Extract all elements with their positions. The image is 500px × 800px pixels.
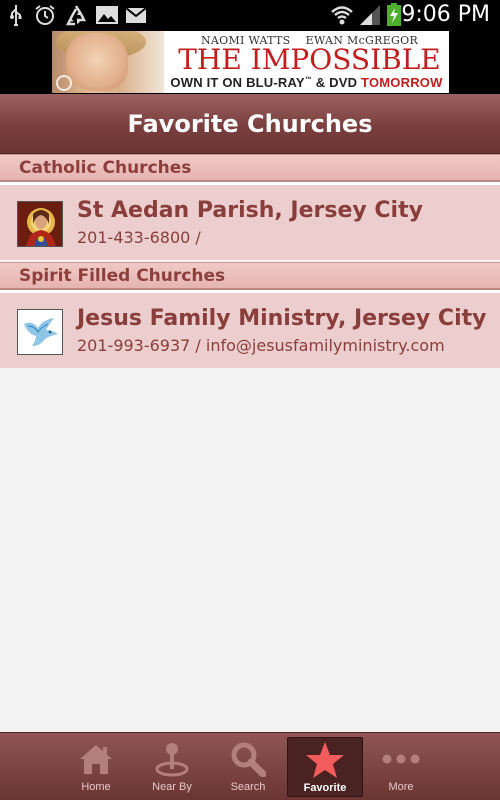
- battery-charging-icon: [386, 3, 402, 26]
- ad-title: THE IMPOSSIBLE: [178, 43, 441, 76]
- alarm-icon: [34, 4, 56, 26]
- status-time: 9:06 PM: [401, 2, 490, 27]
- tab-label: Search: [230, 781, 266, 793]
- title-bar: Favorite Churches: [0, 94, 500, 154]
- home-icon: [58, 741, 134, 777]
- ad-banner[interactable]: NAOMI WATTS EWAN McGREGOR THE IMPOSSIBLE…: [52, 31, 449, 93]
- bottom-tab-bar: Home Near By Search Favorite More: [0, 732, 500, 800]
- list-item[interactable]: St Aedan Parish, Jersey City 201-433-680…: [0, 182, 500, 260]
- church-name: St Aedan Parish, Jersey City: [77, 198, 423, 223]
- search-icon: [210, 741, 286, 777]
- mail-icon: [125, 4, 147, 26]
- play-icon: [56, 75, 72, 91]
- tab-near-by[interactable]: Near By: [134, 737, 210, 797]
- recycle-icon: [64, 4, 88, 26]
- church-thumbnail: [17, 201, 63, 247]
- tab-home[interactable]: Home: [58, 737, 134, 797]
- tab-search[interactable]: Search: [210, 737, 286, 797]
- church-thumbnail: [17, 309, 63, 355]
- star-icon: [288, 742, 362, 778]
- wifi-icon: [330, 4, 354, 26]
- page-title: Favorite Churches: [127, 110, 373, 138]
- tab-label: More: [388, 781, 414, 793]
- section-title: Spirit Filled Churches: [19, 266, 226, 286]
- signal-icon: [358, 4, 382, 26]
- section-header-catholic: Catholic Churches: [0, 154, 500, 182]
- tab-label: Favorite: [303, 782, 347, 794]
- church-contact: 201-993-6937 / info@jesusfamilyministry.…: [77, 336, 445, 355]
- tab-more[interactable]: More: [363, 737, 439, 797]
- ad-photo: [52, 31, 164, 93]
- image-icon: [95, 4, 119, 26]
- list-item[interactable]: Jesus Family Ministry, Jersey City 201-9…: [0, 290, 500, 368]
- status-bar: 9:06 PM: [0, 0, 500, 30]
- usb-icon: [8, 4, 24, 26]
- tab-favorite[interactable]: Favorite: [287, 737, 363, 797]
- section-title: Catholic Churches: [19, 158, 192, 178]
- map-pin-icon: [134, 741, 210, 777]
- ad-banner-container: NAOMI WATTS EWAN McGREGOR THE IMPOSSIBLE…: [0, 30, 500, 94]
- empty-list-area: [0, 370, 500, 732]
- section-header-spirit-filled: Spirit Filled Churches: [0, 262, 500, 290]
- church-contact: 201-433-6800 /: [77, 228, 201, 247]
- tab-label: Home: [81, 781, 111, 793]
- ad-subtitle: OWN IT ON BLU-RAY™ & DVD TOMORROW: [170, 75, 443, 90]
- more-icon: [363, 741, 439, 777]
- church-name: Jesus Family Ministry, Jersey City: [77, 306, 487, 331]
- tab-label: Near By: [152, 781, 192, 793]
